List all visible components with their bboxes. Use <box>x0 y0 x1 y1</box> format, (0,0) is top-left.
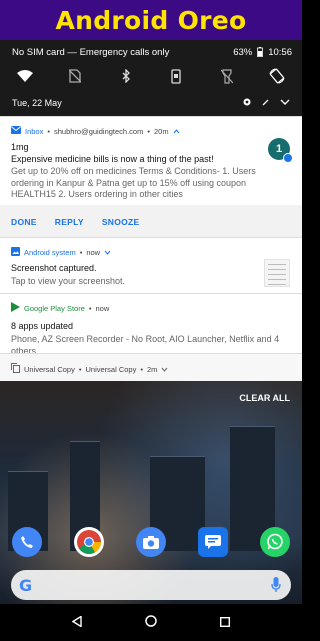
microphone-icon[interactable] <box>271 577 281 598</box>
image-icon <box>11 246 20 258</box>
collapse-chevron-icon[interactable] <box>173 127 180 136</box>
app-name: Google Play Store <box>24 303 85 313</box>
messages-icon[interactable] <box>198 527 228 557</box>
sender-text: 1mg <box>11 142 29 152</box>
no-sim-icon[interactable] <box>64 66 86 86</box>
done-button[interactable]: DONE <box>11 217 37 227</box>
subtext: Universal Copy <box>85 364 137 374</box>
avatar-letter: 1 <box>275 143 283 155</box>
battery-text: 63% <box>233 47 253 58</box>
battery-icon <box>257 47 264 61</box>
snooze-button[interactable]: SNOOZE <box>102 217 140 227</box>
age-text: 20m <box>153 126 169 136</box>
phone-icon[interactable] <box>165 66 187 86</box>
age-text: 2m <box>147 364 158 374</box>
edit-icon[interactable] <box>262 98 270 108</box>
date-row: Tue, 22 May <box>12 95 290 111</box>
whatsapp-icon[interactable] <box>260 527 290 557</box>
screenshot-notification[interactable]: Android system • now Screenshot captured… <box>0 237 302 293</box>
auto-rotate-icon[interactable] <box>266 66 288 86</box>
phone-icon[interactable] <box>12 527 42 557</box>
age-text: now <box>86 247 101 257</box>
notification-header: Android system • now <box>11 246 111 258</box>
app-dock <box>12 527 290 557</box>
flashlight-off-icon[interactable] <box>216 66 238 86</box>
carrier-text: No SIM card — Emergency calls only <box>12 47 170 58</box>
clock-text: 10:56 <box>268 47 292 58</box>
age-text: now <box>95 303 110 313</box>
bluetooth-icon[interactable] <box>115 66 137 86</box>
notification-header: Google Play Store • now <box>11 302 109 314</box>
notification-title: Screenshot captured. <box>11 263 97 273</box>
copy-icon <box>11 363 20 375</box>
subject-text: Expensive medicine bills is now a thing … <box>11 154 214 164</box>
separator-dot: • <box>79 247 83 257</box>
expand-chevron-icon[interactable] <box>161 365 168 374</box>
home-wallpaper <box>0 381 302 641</box>
date-text: Tue, 22 May <box>12 98 62 108</box>
settings-icon[interactable] <box>242 97 252 109</box>
universal-copy-notification[interactable]: Universal Copy • Universal Copy • 2m <box>0 353 302 381</box>
separator-dot: • <box>88 303 92 313</box>
play-store-icon <box>11 302 20 314</box>
account-text: shubhro@guidingtech.com <box>54 126 144 136</box>
banner-title: Android Oreo <box>55 5 247 35</box>
notification-header: Inbox • shubhro@guidingtech.com • 20m <box>11 125 180 137</box>
notification-shade-header: No SIM card — Emergency calls only 63% 1… <box>0 40 302 116</box>
google-g-icon: G <box>19 576 33 595</box>
mail-icon <box>11 126 21 136</box>
home-icon[interactable] <box>145 614 157 632</box>
back-icon[interactable] <box>71 614 82 632</box>
camera-icon[interactable] <box>136 527 166 557</box>
app-name: Universal Copy <box>24 364 75 374</box>
google-search-bar[interactable]: G <box>11 570 291 600</box>
navigation-bar <box>0 604 302 641</box>
message-body: Get up to 20% off on medicines Terms & C… <box>11 166 256 199</box>
chrome-icon[interactable] <box>74 527 104 557</box>
expand-chevron-icon[interactable] <box>104 248 111 257</box>
quick-settings-row <box>14 66 288 86</box>
app-name: Inbox <box>25 126 44 136</box>
notification-actions: DONE REPLY SNOOZE <box>0 205 302 238</box>
expand-chevron-icon[interactable] <box>280 98 290 108</box>
notification-body: Tap to view your screenshot. <box>11 276 126 286</box>
reply-button[interactable]: REPLY <box>55 217 84 227</box>
notification-header: Universal Copy • Universal Copy • 2m <box>11 363 168 375</box>
avatar: 1 <box>268 138 293 163</box>
inbox-notification[interactable]: Inbox • shubhro@guidingtech.com • 20m 1m… <box>0 116 302 238</box>
clear-all-button[interactable]: CLEAR ALL <box>239 393 290 403</box>
separator-dot: • <box>47 126 50 136</box>
screenshot-thumbnail[interactable] <box>264 259 290 287</box>
notification-title: 8 apps updated <box>11 321 74 331</box>
badge-icon <box>283 153 293 163</box>
play-store-notification[interactable]: Google Play Store • now 8 apps updated P… <box>0 293 302 356</box>
separator-dot: • <box>147 126 150 136</box>
app-name: Android system <box>24 247 76 257</box>
status-bar: No SIM card — Emergency calls only 63% 1… <box>12 47 292 61</box>
recents-icon[interactable] <box>220 614 231 632</box>
separator-dot: • <box>78 364 82 374</box>
wifi-icon[interactable] <box>14 66 36 86</box>
separator-dot: • <box>140 364 143 374</box>
title-banner: Android Oreo <box>0 0 302 40</box>
